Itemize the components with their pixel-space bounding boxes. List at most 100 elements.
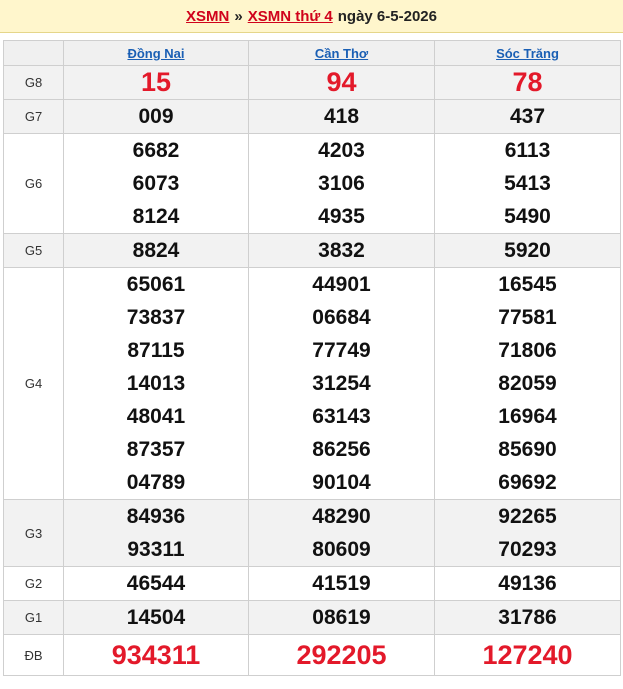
prize-cell: 49136 (434, 566, 621, 601)
xsmn-link[interactable]: XSMN (186, 8, 229, 25)
prize-number: 3106 (318, 172, 365, 195)
prize-row-g3: G3 84936 93311 48290 80609 92265 70293 (3, 499, 621, 567)
prize-number: 06684 (312, 306, 371, 329)
xsmn-thu4-link[interactable]: XSMN thứ 4 (248, 8, 333, 25)
prize-number: 08619 (312, 606, 371, 629)
prize-number: 4203 (318, 139, 365, 162)
prize-number: 65061 (126, 273, 186, 296)
prize-number: 6682 (132, 139, 180, 162)
prize-row-g4: G4 65061 73837 87115 14013 48041 87357 0… (3, 267, 621, 500)
prize-number: 41519 (312, 572, 371, 595)
prize-number: 5413 (504, 172, 551, 195)
province-header-row: Đồng Nai Cần Thơ Sóc Trăng (3, 40, 621, 66)
prize-number: 6113 (504, 139, 551, 162)
prize-number: 14504 (126, 606, 186, 629)
prize-number: 15 (140, 67, 172, 97)
prize-cell: 5920 (434, 233, 621, 268)
prize-number: 63143 (312, 405, 371, 428)
prize-number: 16545 (498, 273, 557, 296)
prize-number: 48290 (312, 505, 371, 528)
prize-label: G6 (3, 133, 64, 234)
prize-row-g5: G5 8824 3832 5920 (3, 233, 621, 268)
prize-label: G8 (3, 65, 64, 100)
prize-cell: 14504 (63, 600, 249, 635)
prize-number: 84936 (126, 505, 186, 528)
prize-number: 85690 (498, 438, 557, 461)
results-table: Đồng Nai Cần Thơ Sóc Trăng G8 15 94 78 G… (3, 40, 621, 676)
prize-number: 49136 (498, 572, 557, 595)
prize-number: 48041 (126, 405, 186, 428)
prize-number: 77749 (312, 339, 371, 362)
prize-label: G4 (3, 267, 64, 500)
prize-number: 009 (138, 105, 174, 128)
prize-cell: 44901 06684 77749 31254 63143 86256 9010… (248, 267, 435, 500)
prize-number: 04789 (126, 471, 186, 494)
prize-number: 73837 (126, 306, 186, 329)
prize-label: G5 (3, 233, 64, 268)
prize-number: 77581 (498, 306, 557, 329)
prize-cell: 8824 (63, 233, 249, 268)
prize-label: G1 (3, 600, 64, 635)
prize-number: 86256 (312, 438, 371, 461)
prize-number: 78 (512, 67, 543, 97)
prize-cell: 4203 3106 4935 (248, 133, 435, 234)
prize-number: 3832 (318, 239, 365, 262)
prize-number: 87357 (126, 438, 186, 461)
prize-label: G3 (3, 499, 64, 567)
province-link-dong-nai[interactable]: Đồng Nai (127, 46, 184, 61)
prize-number: 8124 (132, 205, 180, 228)
prize-cell: 84936 93311 (63, 499, 249, 567)
prize-row-g8: G8 15 94 78 (3, 65, 621, 100)
special-prize-number: 934311 (111, 640, 201, 670)
prize-cell: 92265 70293 (434, 499, 621, 567)
prize-cell: 3832 (248, 233, 435, 268)
prize-cell: 65061 73837 87115 14013 48041 87357 0478… (63, 267, 249, 500)
prize-cell: 934311 (63, 634, 249, 676)
prize-number: 44901 (312, 273, 371, 296)
prize-row-g1: G1 14504 08619 31786 (3, 600, 621, 635)
prize-number: 82059 (498, 372, 557, 395)
prize-number: 5490 (504, 205, 551, 228)
prize-number: 31254 (312, 372, 371, 395)
prize-cell: 009 (63, 99, 249, 134)
prize-number: 71806 (498, 339, 557, 362)
prize-number: 69692 (498, 471, 557, 494)
prize-cell: 6113 5413 5490 (434, 133, 621, 234)
prize-row-g7: G7 009 418 437 (3, 99, 621, 134)
prize-label: G7 (3, 99, 64, 134)
breadcrumb-separator: » (234, 7, 243, 25)
prize-cell: 127240 (434, 634, 621, 676)
province-header-2: Sóc Trăng (434, 40, 621, 66)
prize-number: 93311 (127, 538, 185, 561)
prize-cell: 15 (63, 65, 249, 100)
prize-number: 46544 (126, 572, 186, 595)
prize-number: 5920 (504, 239, 551, 262)
prize-number: 87115 (127, 339, 185, 362)
corner-cell (3, 40, 64, 66)
prize-number: 94 (326, 67, 357, 97)
prize-number: 418 (323, 105, 360, 128)
page-header: XSMN » XSMN thứ 4 ngày 6-5-2026 (0, 0, 623, 33)
prize-cell: 48290 80609 (248, 499, 435, 567)
prize-cell: 41519 (248, 566, 435, 601)
prize-row-g2: G2 46544 41519 49136 (3, 566, 621, 601)
draw-date: ngày 6-5-2026 (337, 7, 437, 25)
prize-cell: 46544 (63, 566, 249, 601)
prize-cell: 78 (434, 65, 621, 100)
prize-number: 70293 (498, 538, 557, 561)
province-link-can-tho[interactable]: Cần Thơ (315, 46, 368, 61)
prize-row-special: ĐB 934311 292205 127240 (3, 634, 621, 676)
prize-label: G2 (3, 566, 64, 601)
prize-cell: 31786 (434, 600, 621, 635)
prize-cell: 418 (248, 99, 435, 134)
prize-cell: 08619 (248, 600, 435, 635)
prize-number: 8824 (132, 239, 180, 262)
prize-number: 6073 (132, 172, 180, 195)
prize-row-g6: G6 6682 6073 8124 4203 3106 4935 6113 54… (3, 133, 621, 234)
prize-label: ĐB (3, 634, 64, 676)
prize-cell: 292205 (248, 634, 435, 676)
prize-cell: 16545 77581 71806 82059 16964 85690 6969… (434, 267, 621, 500)
special-prize-number: 292205 (296, 640, 387, 670)
prize-number: 90104 (312, 471, 371, 494)
province-link-soc-trang[interactable]: Sóc Trăng (496, 46, 559, 61)
